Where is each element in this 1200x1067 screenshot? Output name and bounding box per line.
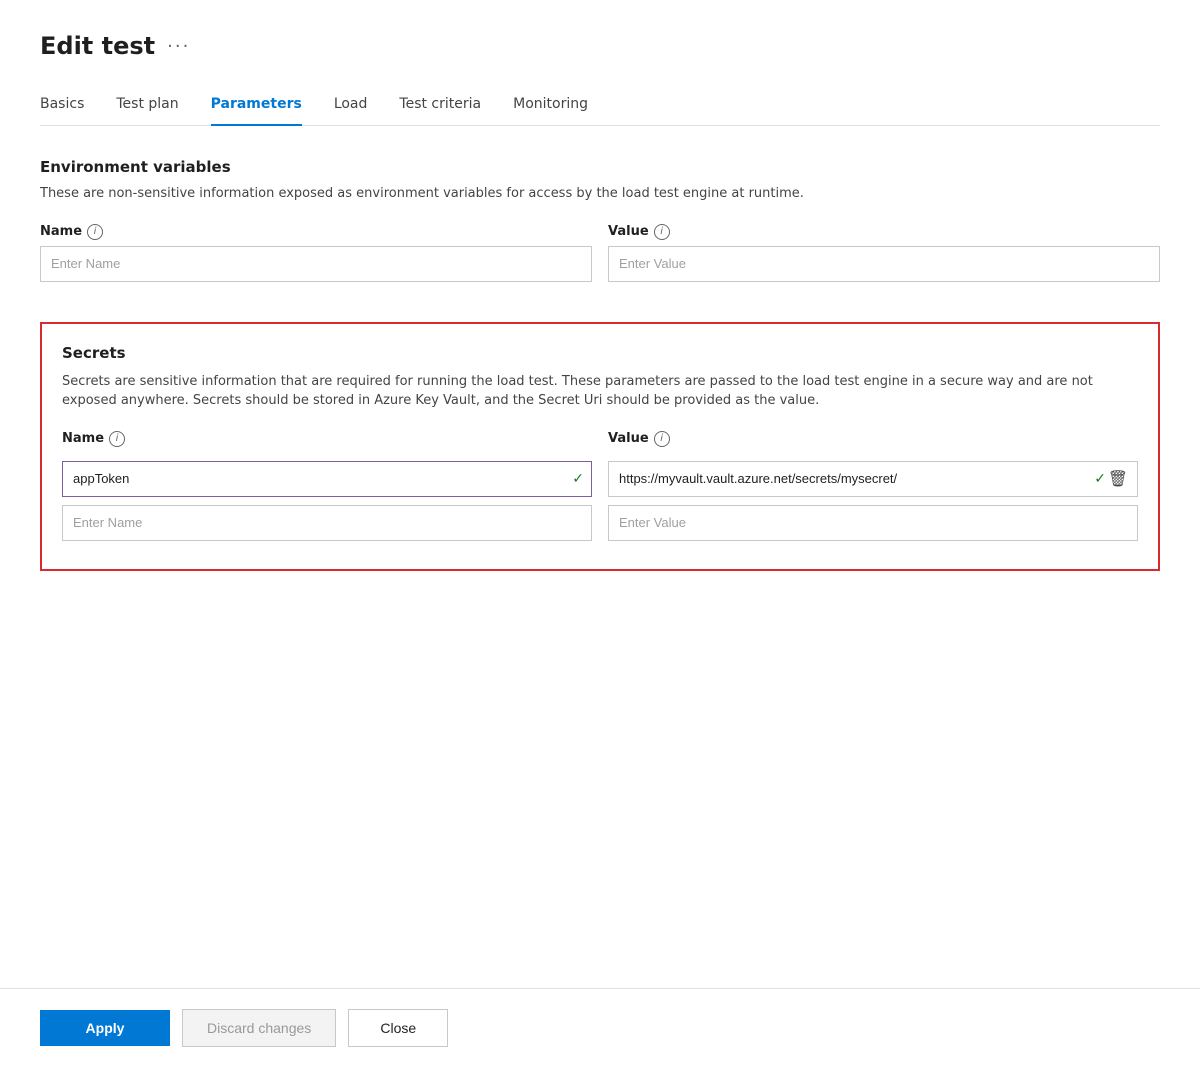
tab-test-plan[interactable]: Test plan — [116, 88, 178, 126]
env-name-group: Name i — [40, 224, 592, 282]
secrets-field-headers: Name i Value i — [62, 431, 1138, 453]
secret-new-value-input[interactable] — [608, 505, 1138, 541]
tab-bar: Basics Test plan Parameters Load Test cr… — [40, 88, 1160, 126]
more-options-icon[interactable]: ··· — [167, 36, 190, 57]
env-section-description: These are non-sensitive information expo… — [40, 184, 1160, 204]
close-button[interactable]: Close — [348, 1009, 448, 1047]
tab-parameters[interactable]: Parameters — [211, 88, 302, 126]
secrets-section: Secrets Secrets are sensitive informatio… — [40, 322, 1160, 571]
secrets-name-label: Name i — [62, 431, 592, 447]
secret-new-name-input[interactable] — [62, 505, 592, 541]
secret-name-input[interactable] — [62, 461, 592, 497]
env-name-input[interactable] — [40, 246, 592, 282]
secret-new-name-group — [62, 505, 592, 541]
footer-spacer — [40, 603, 1160, 989]
secret-name-check-icon: ✓ — [572, 471, 584, 487]
env-value-label: Value i — [608, 224, 1160, 240]
secret-delete-button[interactable]: 🗑 — [1104, 469, 1132, 489]
page-title: Edit test — [40, 32, 155, 60]
discard-changes-button[interactable]: Discard changes — [182, 1009, 336, 1047]
tab-monitoring[interactable]: Monitoring — [513, 88, 588, 126]
secrets-name-info-icon[interactable]: i — [109, 431, 125, 447]
env-variables-section: Environment variables These are non-sens… — [40, 158, 1160, 290]
secrets-value-label: Value i — [608, 431, 1138, 447]
secret-existing-row: ✓ ✓ 🗑 — [62, 461, 1138, 497]
secret-value-wrap: ✓ 🗑 — [608, 461, 1138, 497]
secrets-name-header: Name i — [62, 431, 592, 453]
tab-test-criteria[interactable]: Test criteria — [399, 88, 481, 126]
env-value-input[interactable] — [608, 246, 1160, 282]
apply-button[interactable]: Apply — [40, 1010, 170, 1046]
tab-basics[interactable]: Basics — [40, 88, 84, 126]
secrets-section-description: Secrets are sensitive information that a… — [62, 372, 1138, 411]
secret-new-value-group — [608, 505, 1138, 541]
secret-new-row — [62, 505, 1138, 541]
secrets-section-title: Secrets — [62, 344, 1138, 362]
secret-name-wrap: ✓ — [62, 461, 592, 497]
env-value-group: Value i — [608, 224, 1160, 282]
env-name-info-icon[interactable]: i — [87, 224, 103, 240]
env-name-label: Name i — [40, 224, 592, 240]
env-section-title: Environment variables — [40, 158, 1160, 176]
secret-value-input[interactable] — [608, 461, 1138, 497]
footer: Apply Discard changes Close — [0, 988, 1200, 1067]
tab-load[interactable]: Load — [334, 88, 368, 126]
secrets-value-info-icon[interactable]: i — [654, 431, 670, 447]
trash-icon: 🗑 — [1108, 469, 1128, 489]
env-field-headers: Name i Value i — [40, 224, 1160, 282]
secrets-value-header: Value i — [608, 431, 1138, 453]
env-value-info-icon[interactable]: i — [654, 224, 670, 240]
